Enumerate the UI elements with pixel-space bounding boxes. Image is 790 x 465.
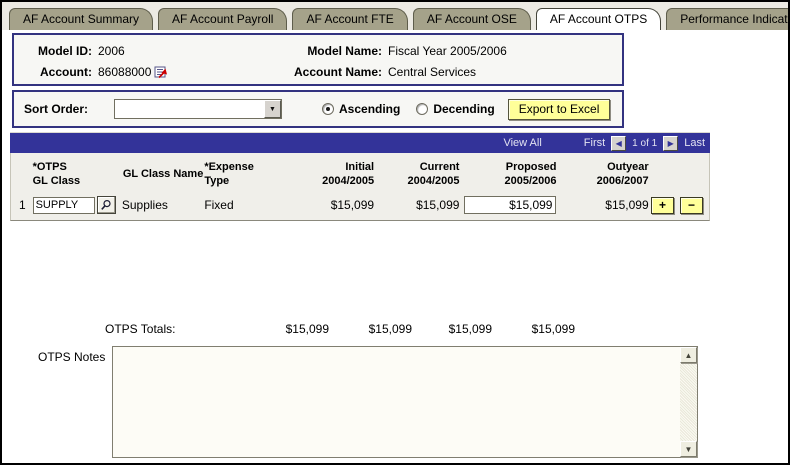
tab-af-account-otps[interactable]: AF Account OTPS <box>536 8 661 30</box>
col-label: *Expense <box>204 160 282 174</box>
chevron-down-icon[interactable]: ▼ <box>264 100 281 118</box>
col-label: Initial <box>282 160 374 174</box>
otps-grid: View All First ◀ 1 of 1 ▶ Last *OTPS GL … <box>10 132 710 221</box>
scroll-up-icon[interactable]: ▲ <box>680 347 697 363</box>
account-label: Account: <box>14 65 92 79</box>
sort-order-label: Sort Order: <box>24 102 106 116</box>
table-row: 1 Supplies Fixed $15,099 $15,099 <box>15 196 705 214</box>
col-label: GL Class Name <box>122 167 204 181</box>
current-cell: $15,099 <box>374 198 459 212</box>
grid-body: *OTPS GL Class GL Class Name *Expense Ty… <box>10 153 710 221</box>
col-expense-type: *Expense Type <box>204 160 282 188</box>
af-account-otps-page: AF Account Summary AF Account Payroll AF… <box>0 0 790 465</box>
col-initial: Initial 2004/2005 <box>282 160 374 188</box>
col-gl-class-name: GL Class Name <box>122 167 204 181</box>
outyear-cell: $15,099 <box>556 198 648 212</box>
grid-header-row: *OTPS GL Class GL Class Name *Expense Ty… <box>15 159 705 189</box>
last-link[interactable]: Last <box>684 137 705 149</box>
export-to-excel-button[interactable]: Export to Excel <box>508 99 611 120</box>
proposed-input[interactable] <box>464 196 556 214</box>
tab-af-account-ose[interactable]: AF Account OSE <box>413 8 531 30</box>
account-name-label: Account Name: <box>286 65 382 79</box>
scroll-down-icon[interactable]: ▼ <box>680 441 697 457</box>
transfer-icon[interactable] <box>154 65 168 79</box>
otps-notes-box: ▲ ▼ <box>112 346 698 458</box>
model-name-label: Model Name: <box>286 44 382 58</box>
decending-label: Decending <box>433 102 494 116</box>
tab-af-account-summary[interactable]: AF Account Summary <box>9 8 153 30</box>
col-current: Current 2004/2005 <box>374 160 459 188</box>
tab-bar: AF Account Summary AF Account Payroll AF… <box>2 2 788 30</box>
sort-order-value <box>115 100 264 118</box>
col-label: Outyear <box>556 160 648 174</box>
sort-panel: Sort Order: ▼ Ascending Decending Export… <box>12 90 624 128</box>
col-label: 2006/2007 <box>556 174 648 188</box>
col-label: GL Class <box>33 174 81 188</box>
page-indicator: 1 of 1 <box>632 138 657 149</box>
decending-radio[interactable]: Decending <box>416 102 494 116</box>
add-row-button[interactable]: + <box>651 197 674 214</box>
account-name-value: Central Services <box>388 65 476 79</box>
col-otps-gl-class: *OTPS GL Class <box>33 160 122 188</box>
otps-totals-label: OTPS Totals: <box>105 322 226 336</box>
delete-row-button[interactable]: − <box>680 197 703 214</box>
otps-totals-row: OTPS Totals: $15,099 $15,099 $15,099 $15… <box>105 322 575 336</box>
next-page-icon[interactable]: ▶ <box>663 136 678 151</box>
ascending-radio[interactable]: Ascending <box>322 102 400 116</box>
totals-current: $15,099 <box>329 322 412 336</box>
totals-initial: $15,099 <box>226 322 329 336</box>
otps-notes-label: OTPS Notes <box>38 350 105 364</box>
col-label: Proposed <box>459 160 556 174</box>
prev-page-icon[interactable]: ◀ <box>611 136 626 151</box>
model-id-label: Model ID: <box>14 44 92 58</box>
view-all-link[interactable]: View All <box>503 137 541 149</box>
row-number: 1 <box>15 198 33 212</box>
col-label: 2005/2006 <box>459 174 556 188</box>
sort-order-select[interactable]: ▼ <box>114 99 282 119</box>
ascending-label: Ascending <box>339 102 400 116</box>
model-name-value: Fiscal Year 2005/2006 <box>388 44 507 58</box>
expense-type-cell: Fixed <box>204 198 282 212</box>
model-row: Model ID: 2006 Model Name: Fiscal Year 2… <box>14 40 622 61</box>
radio-button-icon[interactable] <box>322 103 334 115</box>
initial-cell: $15,099 <box>282 198 374 212</box>
grid-nav-bar: View All First ◀ 1 of 1 ▶ Last <box>10 133 710 153</box>
gl-class-input[interactable] <box>33 197 95 214</box>
account-row: Account: 86088000 Account Name: Central … <box>14 61 622 82</box>
col-label: 2004/2005 <box>282 174 374 188</box>
tab-af-account-payroll[interactable]: AF Account Payroll <box>158 8 287 30</box>
col-label: Current <box>374 160 459 174</box>
totals-outyear: $15,099 <box>492 322 575 336</box>
magnifier-icon[interactable] <box>97 196 116 214</box>
col-outyear: Outyear 2006/2007 <box>556 160 648 188</box>
col-label: *OTPS <box>33 160 81 174</box>
gl-class-name-cell: Supplies <box>122 198 204 212</box>
account-value: 86088000 <box>98 65 151 79</box>
first-link[interactable]: First <box>584 137 605 149</box>
otps-notes-textarea[interactable] <box>113 347 680 457</box>
model-id-value: 2006 <box>98 44 286 58</box>
col-proposed: Proposed 2005/2006 <box>459 160 556 188</box>
tab-performance-indicators[interactable]: Performance Indicators <box>666 8 790 30</box>
radio-button-icon[interactable] <box>416 103 428 115</box>
col-label: 2004/2005 <box>374 174 459 188</box>
notes-scrollbar[interactable]: ▲ ▼ <box>680 347 697 457</box>
col-label: Type <box>204 174 282 188</box>
model-info-panel: Model ID: 2006 Model Name: Fiscal Year 2… <box>12 33 624 86</box>
totals-proposed: $15,099 <box>412 322 492 336</box>
tab-af-account-fte[interactable]: AF Account FTE <box>292 8 407 30</box>
